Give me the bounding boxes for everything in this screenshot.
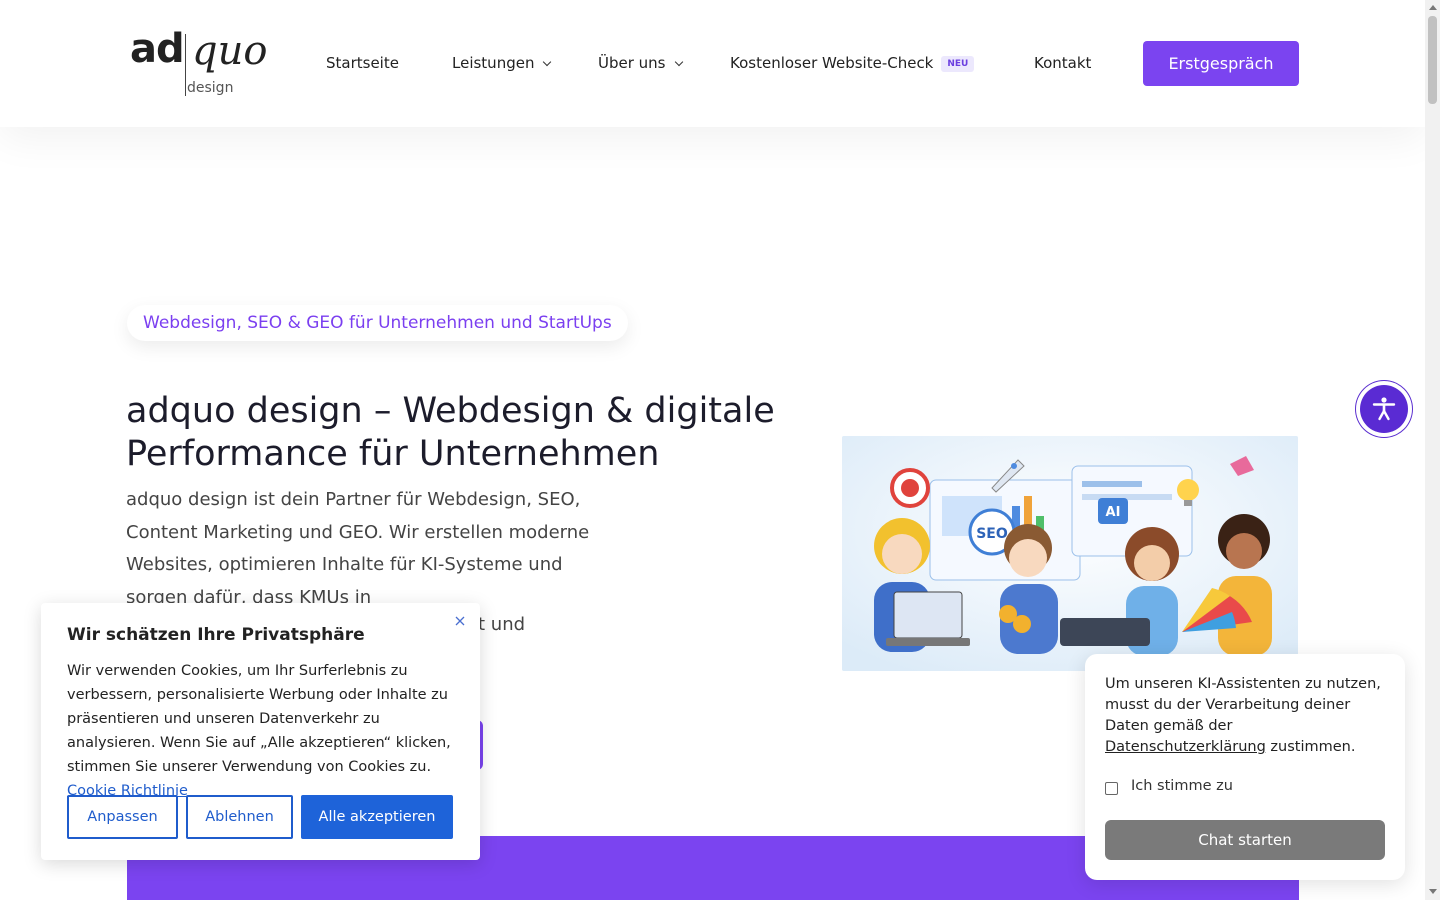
cookie-text: Wir verwenden Cookies, um Ihr Surferlebn… (67, 659, 462, 803)
chevron-down-icon (543, 57, 552, 67)
hero-text-tail: t und (478, 614, 526, 635)
close-icon[interactable] (453, 613, 467, 627)
privacy-policy-link[interactable]: Datenschutzerklärung (1105, 739, 1266, 755)
reject-button[interactable]: Ablehnen (186, 795, 293, 839)
accessibility-icon (1360, 385, 1408, 433)
nav-website-check[interactable]: Kostenloser Website-Check NEU (730, 54, 975, 74)
chat-consent-panel: Um unseren KI-Assistenten zu nutzen, mus… (1085, 654, 1405, 880)
team-illustration: SEO AI (842, 436, 1298, 671)
site-header: ad quo design Startseite Leistungen Über… (0, 0, 1425, 127)
cookie-body: Wir verwenden Cookies, um Ihr Surferlebn… (67, 663, 451, 775)
logo-text-design: design (187, 80, 234, 96)
nav-ueber-uns[interactable]: Über uns (598, 54, 683, 72)
hero-tagline: Webdesign, SEO & GEO für Unternehmen und… (127, 305, 628, 341)
chat-start-button[interactable]: Chat starten (1105, 820, 1385, 860)
hero-text: adquo design ist dein Partner für Webdes… (126, 489, 590, 608)
consent-checkbox[interactable] (1105, 782, 1118, 795)
ai-label: AI (1106, 505, 1121, 520)
logo-divider (185, 34, 186, 96)
chat-text-after: zustimmen. (1270, 739, 1356, 755)
nav-startseite[interactable]: Startseite (326, 54, 399, 72)
scroll-down-icon[interactable] (1429, 889, 1437, 894)
page-scrollbar[interactable] (1425, 0, 1440, 900)
chevron-down-icon (674, 57, 683, 67)
new-badge: NEU (941, 56, 975, 72)
customize-button[interactable]: Anpassen (67, 795, 178, 839)
accept-all-button[interactable]: Alle akzeptieren (301, 795, 453, 839)
nav-label: Startseite (326, 54, 399, 72)
logo[interactable]: ad quo design (130, 26, 270, 100)
hero-title: adquo design – Webdesign & digitale Perf… (126, 391, 775, 474)
cookie-banner: Wir schätzen Ihre Privatsphäre Wir verwe… (41, 603, 480, 860)
seo-label: SEO (976, 526, 1008, 542)
accessibility-button[interactable] (1356, 381, 1412, 437)
hero-illustration: SEO AI (842, 436, 1298, 671)
chat-consent-text: Um unseren KI-Assistenten zu nutzen, mus… (1105, 674, 1390, 758)
nav-label: Leistungen (452, 54, 535, 72)
scroll-thumb[interactable] (1428, 16, 1437, 104)
nav-label: Kontakt (1034, 54, 1092, 72)
erstgespraech-button[interactable]: Erstgespräch (1143, 41, 1299, 86)
consent-checkbox-label[interactable]: Ich stimme zu (1131, 778, 1233, 794)
chat-text-before: Um unseren KI-Assistenten zu nutzen, mus… (1105, 676, 1381, 734)
nav-kontakt[interactable]: Kontakt (1034, 54, 1091, 72)
logo-text-ad: ad (130, 26, 185, 72)
cookie-title: Wir schätzen Ihre Privatsphäre (67, 625, 365, 645)
logo-text-quo: quo (192, 28, 268, 74)
nav-label: Über uns (598, 54, 666, 72)
nav-label: Kostenloser Website-Check (730, 54, 934, 72)
scroll-up-icon[interactable] (1429, 5, 1437, 10)
nav-leistungen[interactable]: Leistungen (452, 54, 552, 72)
